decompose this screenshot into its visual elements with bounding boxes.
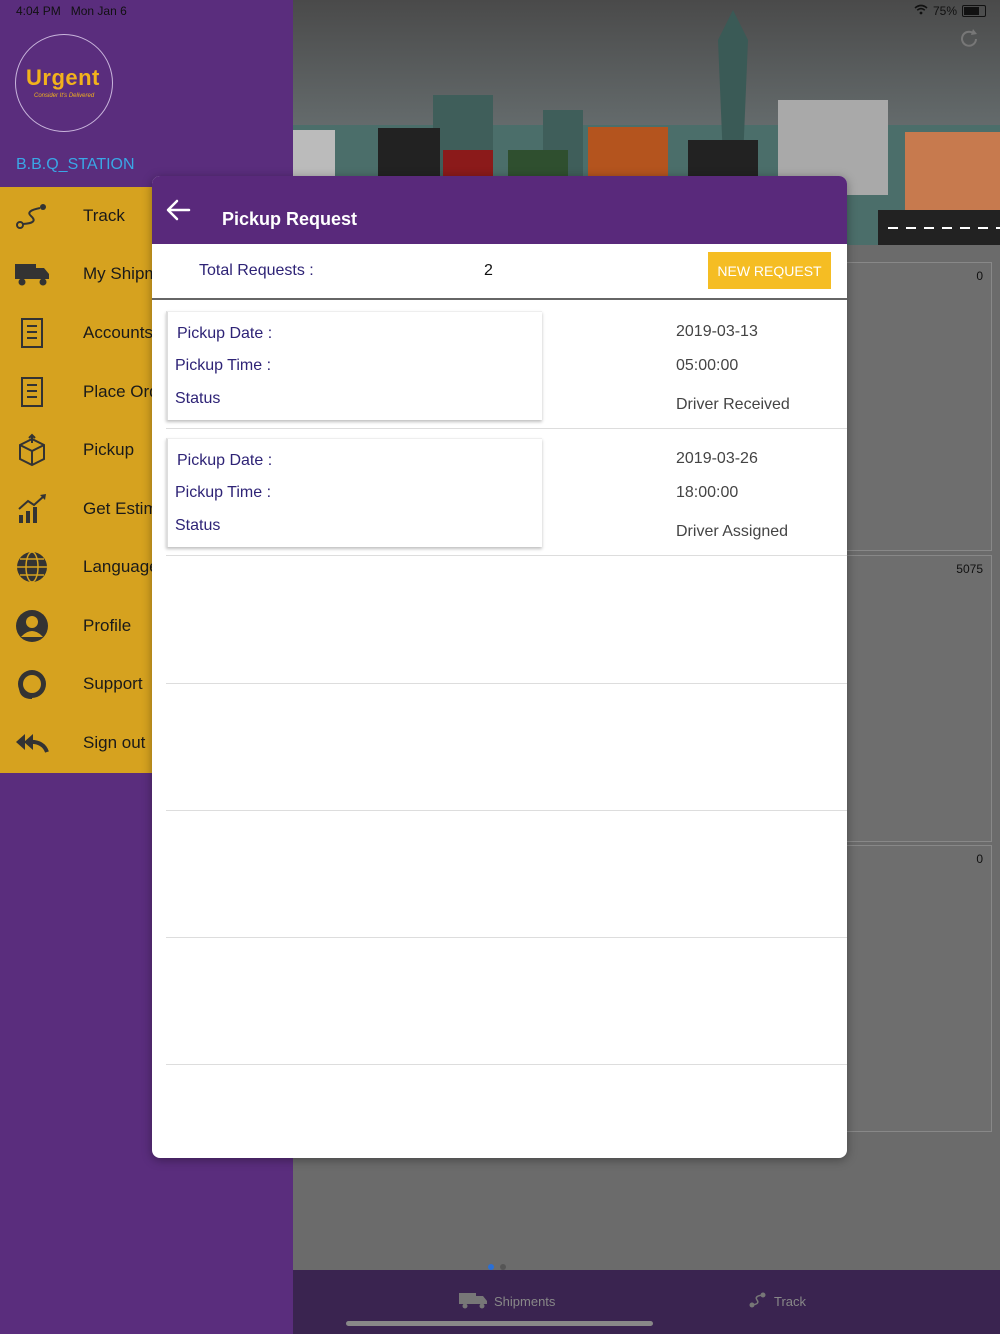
headset-icon bbox=[14, 666, 50, 702]
pickup-time-label: Pickup Time : bbox=[175, 357, 272, 374]
status-time: 4:04 PM Mon Jan 6 bbox=[16, 4, 127, 18]
pickup-date-label: Pickup Date : bbox=[177, 325, 273, 342]
growth-chart-icon bbox=[14, 491, 50, 527]
menu-item-my-shipments[interactable]: My Shipm bbox=[0, 245, 160, 303]
menu-item-language[interactable]: Language bbox=[0, 538, 160, 596]
menu-item-profile[interactable]: Profile bbox=[0, 597, 160, 655]
pickup-date-label: Pickup Date : bbox=[177, 452, 273, 469]
status-label: Status bbox=[175, 390, 221, 407]
document-icon bbox=[14, 315, 50, 351]
user-icon bbox=[14, 608, 50, 644]
pickup-time-value: 18:00:00 bbox=[676, 484, 739, 501]
menu-item-track[interactable]: Track bbox=[0, 187, 160, 245]
status-value: Driver Received bbox=[676, 396, 790, 413]
status-value: Driver Assigned bbox=[676, 523, 789, 540]
menu-item-place-order[interactable]: Place Ord bbox=[0, 363, 160, 421]
brand-logo: Urgent Consider It's Delivered bbox=[15, 34, 113, 132]
pickup-time-value: 05:00:00 bbox=[676, 357, 739, 374]
menu-item-support[interactable]: Support bbox=[0, 655, 160, 713]
status-label: Status bbox=[175, 517, 221, 534]
list-divider bbox=[166, 683, 847, 684]
menu-item-sign-out[interactable]: Sign out bbox=[0, 714, 160, 772]
battery-icon bbox=[962, 5, 986, 17]
wifi-icon bbox=[914, 4, 928, 18]
list-divider bbox=[166, 1064, 847, 1065]
total-requests-label: Total Requests : bbox=[199, 262, 314, 279]
route-icon bbox=[14, 198, 50, 234]
pickup-date-value: 2019-03-26 bbox=[676, 450, 758, 467]
box-icon bbox=[14, 432, 50, 468]
pickup-request-modal: Pickup Request Total Requests : 2 NEW RE… bbox=[152, 176, 847, 1158]
route-icon bbox=[748, 1290, 768, 1313]
reply-all-icon bbox=[14, 725, 50, 761]
page-title: Pickup Request bbox=[222, 209, 358, 229]
status-bar: 4:04 PM Mon Jan 6 75% bbox=[0, 0, 1000, 22]
modal-header: Pickup Request bbox=[152, 176, 847, 244]
home-indicator bbox=[346, 1321, 653, 1326]
document-list-icon bbox=[14, 374, 50, 410]
drawer-menu: Track My Shipm Accounts Place Ord Pickup… bbox=[0, 187, 160, 773]
globe-icon bbox=[14, 549, 50, 585]
pickup-time-label: Pickup Time : bbox=[175, 484, 272, 501]
total-requests-value: 2 bbox=[484, 262, 493, 279]
refresh-icon[interactable] bbox=[958, 28, 980, 55]
battery-percent: 75% bbox=[932, 4, 957, 18]
pickup-date-value: 2019-03-13 bbox=[676, 323, 758, 340]
truck-icon bbox=[458, 1290, 488, 1313]
list-divider bbox=[166, 937, 847, 938]
tab-shipments[interactable]: Shipments bbox=[458, 1290, 555, 1313]
requests-summary: Total Requests : 2 NEW REQUEST bbox=[152, 244, 847, 300]
account-name: B.B.Q_STATION bbox=[16, 156, 135, 173]
list-divider bbox=[166, 810, 847, 811]
request-card[interactable]: Pickup Date : Pickup Time : Status 2019-… bbox=[166, 311, 847, 429]
back-arrow-icon[interactable] bbox=[164, 196, 194, 224]
menu-item-get-estimate[interactable]: Get Estim bbox=[0, 480, 160, 538]
status-indicators: 75% bbox=[914, 4, 986, 18]
new-request-button[interactable]: NEW REQUEST bbox=[708, 252, 831, 289]
tab-track[interactable]: Track bbox=[748, 1290, 806, 1313]
request-card[interactable]: Pickup Date : Pickup Time : Status 2019-… bbox=[166, 438, 847, 556]
truck-icon bbox=[14, 256, 50, 292]
menu-item-accounts[interactable]: Accounts bbox=[0, 304, 160, 362]
menu-item-pickup[interactable]: Pickup bbox=[0, 421, 160, 479]
